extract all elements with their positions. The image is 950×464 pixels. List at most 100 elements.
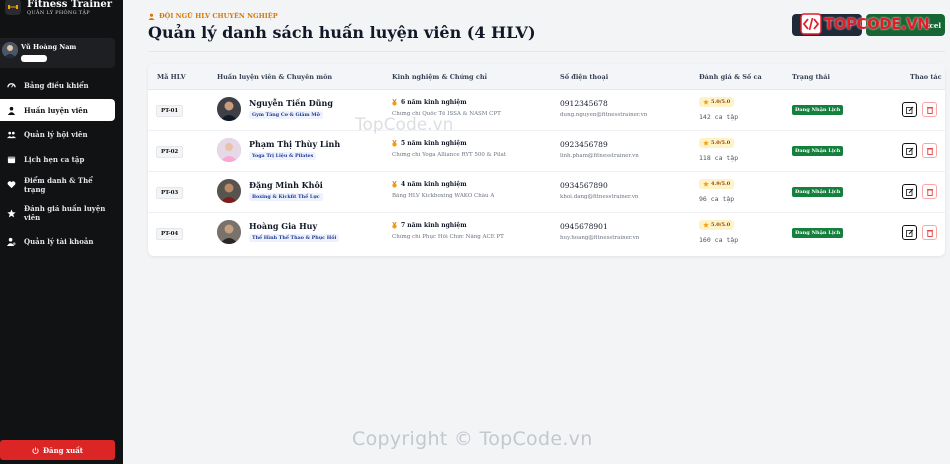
- sidebar-item-label: Lịch hẹn ca tập: [24, 155, 85, 164]
- delete-button[interactable]: [922, 225, 937, 240]
- delete-button[interactable]: [922, 102, 937, 117]
- star-icon: [7, 208, 16, 218]
- watermark-middle: TopCode.vn: [355, 115, 454, 135]
- specialty-badge: Boxing & Kickfit Thể Lực: [249, 193, 323, 201]
- experience: 4 năm kinh nghiệm: [391, 181, 467, 188]
- star-icon: [703, 181, 709, 187]
- trainer-code: PT-01: [156, 105, 184, 117]
- experience-text: 6 năm kinh nghiệm: [401, 99, 467, 106]
- sidebar-item-trainers[interactable]: Huấn luyện viên: [0, 99, 115, 121]
- edit-button[interactable]: [902, 225, 917, 240]
- experience-text: 7 năm kinh nghiệm: [401, 222, 467, 229]
- rating-value: 4.9/5.0: [711, 181, 731, 187]
- experience-text: 4 năm kinh nghiệm: [401, 181, 467, 188]
- eyebrow-text: ĐỘI NGŨ HLV CHUYÊN NGHIỆP: [159, 12, 278, 20]
- experience-text: 5 năm kinh nghiệm: [401, 140, 467, 147]
- rating-value: 5.0/5.0: [711, 222, 731, 228]
- user-role-badge: [21, 55, 47, 62]
- user-name: Vũ Hoàng Nam: [21, 43, 77, 51]
- table-row[interactable]: PT-01 Nguyễn Tiến Dũng Gym Tăng Cơ & Giả…: [148, 90, 945, 131]
- star-icon: [703, 222, 709, 228]
- sidebar-item-label: Huấn luyện viên: [24, 105, 88, 115]
- delete-button[interactable]: [922, 184, 937, 199]
- col-trainer: Huấn luyện viên & Chuyên môn: [217, 73, 333, 81]
- rating-badge: 5.0/5.0: [699, 220, 735, 230]
- session-count: 142 ca tập: [699, 113, 739, 121]
- table-row[interactable]: PT-04 Hoàng Gia Huy Thể Hình Thể Thao & …: [148, 213, 945, 254]
- rating-badge: 5.0/5.0: [699, 97, 735, 107]
- page-eyebrow: ĐỘI NGŨ HLV CHUYÊN NGHIỆP: [148, 12, 278, 20]
- medal-icon: [392, 140, 397, 147]
- col-status: Trạng thái: [792, 73, 830, 81]
- trainer-table: Mã HLV Huấn luyện viên & Chuyên môn Kinh…: [148, 64, 945, 256]
- experience: 6 năm kinh nghiệm: [391, 99, 467, 106]
- edit-icon: [905, 229, 913, 237]
- specialty-badge: Gym Tăng Cơ & Giảm Mỡ: [249, 111, 323, 119]
- certificate: Chứng chỉ Phục Hồi Chức Năng ACE PT: [392, 234, 504, 240]
- session-count: 96 ca tập: [699, 195, 735, 203]
- col-code: Mã HLV: [157, 73, 186, 81]
- specialty-badge: Thể Hình Thể Thao & Phục Hồi: [249, 234, 340, 242]
- brand-subtitle: QUẢN LÝ PHÒNG TẬP: [27, 9, 90, 16]
- medal-icon: [392, 181, 397, 188]
- specialty-badge: Yoga Trị Liệu & Pilates: [249, 152, 317, 160]
- avatar: [2, 42, 18, 58]
- email: dung.nguyen@fitnesstrainer.vn: [560, 112, 648, 118]
- brand: Fitness Trainer QUẢN LÝ PHÒNG TẬP: [0, 0, 123, 22]
- certificate: Bằng HLV Kickboxing WAKO Châu Á: [392, 193, 495, 199]
- sidebar-item-attendance[interactable]: Điểm danh & Thể trạng: [0, 172, 115, 197]
- sidebar-item-label: Quản lý hội viên: [24, 130, 88, 139]
- brand-name: Fitness Trainer: [27, 0, 113, 10]
- trainer-name: Đặng Minh Khôi: [249, 180, 323, 190]
- sidebar: Fitness Trainer QUẢN LÝ PHÒNG TẬP Vũ Hoà…: [0, 0, 123, 464]
- trainer-photo: [217, 138, 241, 162]
- medal-icon: [392, 222, 397, 229]
- session-count: 160 ca tập: [699, 236, 739, 244]
- col-actions: Thao tác: [910, 73, 942, 81]
- status-badge: Đang Nhận Lịch: [792, 105, 844, 115]
- edit-button[interactable]: [902, 102, 917, 117]
- members-icon: [7, 130, 16, 139]
- calendar-icon: [7, 155, 16, 164]
- edit-button[interactable]: [902, 143, 917, 158]
- certificate: Chứng chỉ Yoga Alliance RYT 500 & Pilat.…: [392, 152, 506, 158]
- heartbeat-icon: [7, 180, 16, 189]
- page-title: Quản lý danh sách huấn luyện viên (4 HLV…: [148, 23, 536, 42]
- rating-value: 5.0/5.0: [711, 99, 731, 105]
- topcode-logo-icon: [800, 13, 822, 35]
- sidebar-item-accounts[interactable]: Quản lý tài khoản: [0, 229, 115, 254]
- trainer-name: Hoàng Gia Huy: [249, 221, 318, 231]
- user-card[interactable]: Vũ Hoàng Nam: [0, 38, 115, 68]
- delete-button[interactable]: [922, 143, 937, 158]
- star-icon: [703, 140, 709, 146]
- phone-number: 0934567890: [560, 181, 608, 190]
- logout-button[interactable]: Đăng xuất: [0, 440, 115, 460]
- trainer-name: Nguyễn Tiến Dũng: [249, 98, 333, 108]
- email: khoi.dang@fitnesstrainer.vn: [560, 194, 639, 200]
- sidebar-item-reviews[interactable]: Đánh giá huấn luyện viên: [0, 197, 115, 229]
- watermark-copyright: Copyright © TopCode.vn: [352, 428, 593, 450]
- sidebar-item-schedule[interactable]: Lịch hẹn ca tập: [0, 147, 115, 172]
- col-rating: Đánh giá & Số ca: [699, 73, 762, 81]
- experience: 7 năm kinh nghiệm: [391, 222, 467, 229]
- sidebar-item-dashboard[interactable]: Bảng điều khiển: [0, 73, 115, 98]
- table-row[interactable]: PT-02 Phạm Thị Thùy Linh Yoga Trị Liệu &…: [148, 131, 945, 172]
- table-row[interactable]: PT-03 Đặng Minh Khôi Boxing & Kickfit Th…: [148, 172, 945, 213]
- sidebar-item-label: Quản lý tài khoản: [24, 237, 94, 246]
- status-badge: Đang Nhận Lịch: [792, 187, 844, 197]
- edit-button[interactable]: [902, 184, 917, 199]
- phone-number: 0945678901: [560, 222, 608, 231]
- trash-icon: [926, 147, 933, 155]
- trainer-name: Phạm Thị Thùy Linh: [249, 139, 341, 149]
- user-gear-icon: [7, 237, 16, 246]
- trainer-code: PT-02: [156, 146, 184, 158]
- sidebar-item-label: Đánh giá huấn luyện viên: [24, 204, 106, 222]
- email: huy.hoang@fitnesstrainer.vn: [560, 235, 640, 241]
- rating-value: 5.0/5.0: [711, 140, 731, 146]
- trash-icon: [926, 229, 933, 237]
- sidebar-nav: Bảng điều khiển Huấn luyện viên Quản lý …: [0, 73, 115, 254]
- dashboard-icon: [7, 81, 16, 90]
- phone-number: 0912345678: [560, 99, 608, 108]
- trainer-icon: [7, 106, 16, 115]
- sidebar-item-members[interactable]: Quản lý hội viên: [0, 122, 115, 147]
